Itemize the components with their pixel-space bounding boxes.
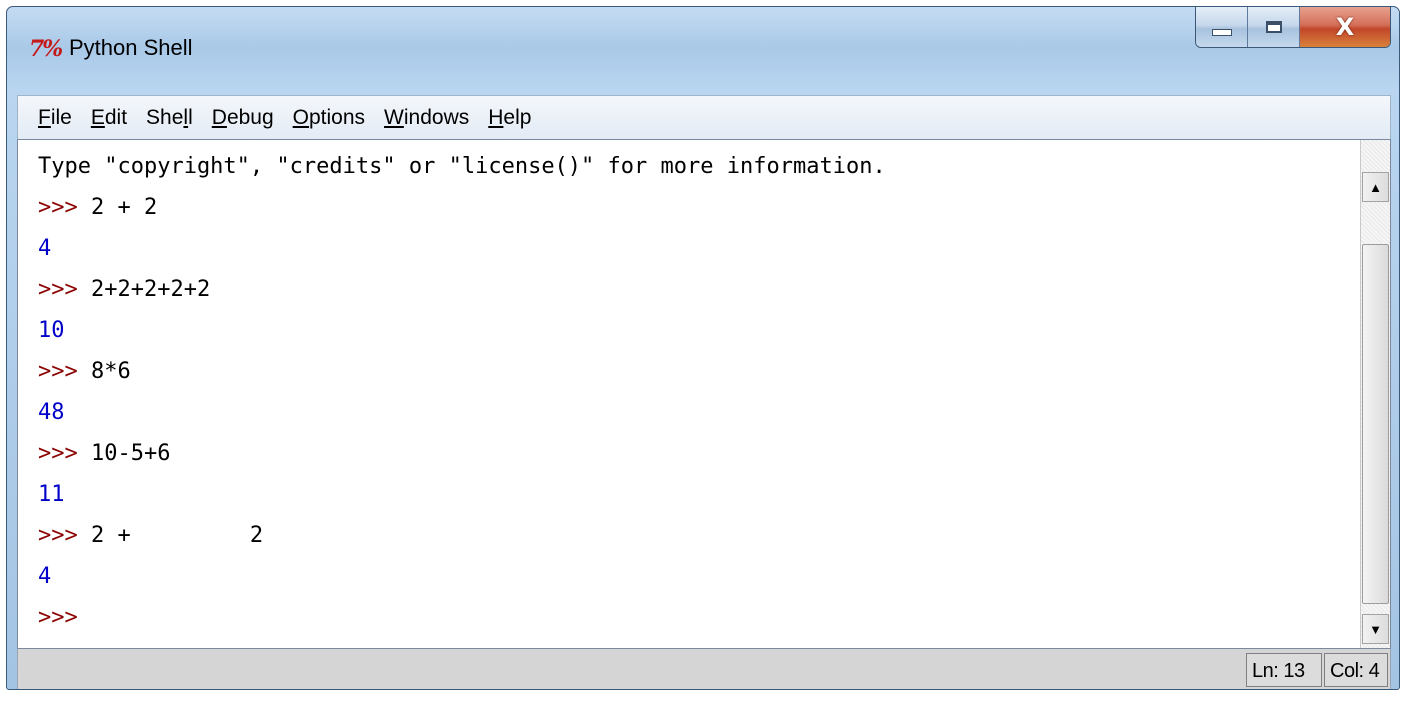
scroll-down-button[interactable]: ▼: [1362, 614, 1389, 644]
shell-input-text: 2 + 2: [77, 195, 158, 220]
shell-prompt: >>>: [38, 359, 78, 384]
menu-windows[interactable]: Windows: [384, 103, 469, 133]
shell-input-line: >>> 2 + 2: [38, 187, 1360, 228]
shell-output-line: 11: [38, 482, 65, 507]
shell-prompt: >>>: [38, 523, 78, 548]
column-number-status: Col: 4: [1324, 653, 1388, 687]
menu-help[interactable]: Help: [488, 103, 531, 133]
menu-debug[interactable]: Debug: [212, 103, 274, 133]
shell-prompt: >>>: [38, 277, 78, 302]
shell-output-line: 4: [38, 236, 52, 261]
menu-edit[interactable]: Edit: [91, 103, 127, 133]
scroll-thumb[interactable]: [1362, 244, 1389, 604]
shell-content[interactable]: Type "copyright", "credits" or "license(…: [17, 139, 1391, 649]
shell-prompt: >>>: [38, 441, 78, 466]
tk-app-icon: 7%: [29, 36, 63, 62]
shell-input-line: >>> 2 + 2: [38, 515, 1360, 556]
shell-input-text: 2 + 2: [77, 523, 264, 548]
shell-input-line: >>> 2+2+2+2+2: [38, 269, 1360, 310]
maximize-button[interactable]: [1248, 7, 1300, 47]
scroll-up-button[interactable]: ▲: [1362, 172, 1389, 202]
line-number-status: Ln: 13: [1246, 653, 1322, 687]
menu-bar: File Edit Shell Debug Options Windows Help: [17, 95, 1391, 139]
arrow-up-icon: ▲: [1369, 179, 1382, 195]
minimize-icon: [1211, 28, 1232, 36]
banner-line: Type "copyright", "credits" or "license(…: [38, 154, 886, 179]
shell-input-text: 2+2+2+2+2: [77, 277, 211, 302]
shell-input-line: >>>: [38, 597, 1360, 638]
close-icon: X: [1335, 13, 1355, 41]
python-shell-window: 7% Python Shell X File Edit Shell Debug Opti…: [6, 6, 1400, 690]
window-title: Python Shell: [69, 35, 193, 60]
status-bar: Ln: 13 Col: 4: [17, 649, 1391, 689]
close-button[interactable]: X: [1300, 7, 1390, 47]
shell-input-line: >>> 8*6: [38, 351, 1360, 392]
shell-text-area[interactable]: Type "copyright", "credits" or "license(…: [18, 140, 1360, 648]
vertical-scrollbar[interactable]: ▲ ▼: [1360, 140, 1390, 648]
shell-output-line: 4: [38, 564, 52, 589]
arrow-down-icon: ▼: [1369, 621, 1382, 637]
shell-input-text: 10-5+6: [77, 441, 171, 466]
caption-buttons: X: [1195, 7, 1391, 48]
minimize-button[interactable]: [1196, 7, 1248, 47]
menu-file[interactable]: File: [38, 103, 72, 133]
title-bar[interactable]: 7% Python Shell X: [7, 7, 1399, 83]
shell-input-text: 8*6: [77, 359, 131, 384]
maximize-icon: [1265, 21, 1282, 33]
menu-shell[interactable]: Shell: [146, 103, 193, 133]
shell-input-line: >>> 10-5+6: [38, 433, 1360, 474]
shell-output-line: 48: [38, 400, 65, 425]
shell-output-line: 10: [38, 318, 65, 343]
shell-prompt: >>>: [38, 605, 78, 630]
menu-options[interactable]: Options: [293, 103, 365, 133]
shell-prompt: >>>: [38, 195, 78, 220]
